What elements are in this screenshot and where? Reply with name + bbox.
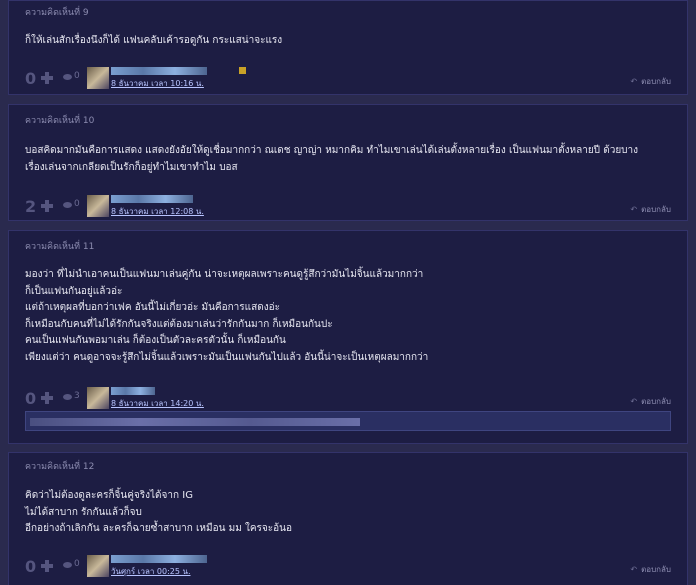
comment-line: ก็ให้เล่นสักเรื่องนึงก็ได้ แฟนคลับเค้ารอ…	[25, 35, 283, 46]
view-count: 0	[74, 559, 80, 569]
comment-line: เพียงแต่ว่า คนดูอาจจะรู้สึกไม่จิ้นแล้วเพ…	[25, 351, 429, 363]
reply-label: ตอบกลับ	[641, 205, 671, 214]
eye-icon	[63, 202, 72, 208]
reply-label: ตอบกลับ	[641, 397, 671, 406]
reply-label: ตอบกลับ	[641, 565, 671, 574]
view-count: 3	[74, 391, 80, 401]
reply-button[interactable]: ↶ ตอบกลับ	[630, 75, 671, 88]
comment-body: บอสคิดมากมันคือการแสดง แสดงยังอัยให้ดูเช…	[25, 143, 638, 176]
comment-line: คิดว่าไม่ต้องดูละครก็จิ้นคู่จริงได้จาก I…	[25, 490, 193, 501]
comment-footer: 0 0 วันศุกร์ เวลา 00:25 น. ↶ ตอบกลับ	[25, 555, 677, 577]
comment-12: ความคิดเห็นที่ 12 คิดว่าไม่ต้องดูละครก็จ…	[8, 452, 688, 585]
plus-icon[interactable]	[41, 200, 53, 212]
comment-date[interactable]: วันศุกร์ เวลา 00:25 น.	[111, 565, 191, 578]
comment-body: คิดว่าไม่ต้องดูละครก็จิ้นคู่จริงได้จาก I…	[25, 488, 292, 538]
avatar[interactable]	[87, 195, 109, 217]
comment-line: เรื่องเล่นจากเกลียดเป็นรักก็อยู่ทำไมเขาท…	[25, 161, 238, 173]
comment-number: ความคิดเห็นที่ 10	[25, 116, 95, 126]
vote-score: 0	[25, 69, 37, 88]
comment-number: ความคิดเห็นที่ 12	[25, 462, 95, 472]
comment-9: ความคิดเห็นที่ 9 ก็ให้เล่นสักเรื่องนึงก็…	[8, 0, 688, 95]
plus-icon[interactable]	[41, 560, 53, 572]
username[interactable]	[111, 387, 155, 395]
vote-score: 0	[25, 557, 37, 576]
plus-icon[interactable]	[41, 72, 53, 84]
eye-icon	[63, 394, 72, 400]
comment-number: ความคิดเห็นที่ 9	[25, 8, 89, 18]
comment-line: ก็เป็นแฟนกันอยู่แล้วอ่ะ	[25, 285, 123, 297]
reply-button[interactable]: ↶ ตอบกลับ	[630, 563, 671, 576]
blurred-sub-reply	[30, 418, 360, 426]
comment-line: ไม่ได้สาบาก รักกันแล้วก็จบ	[25, 506, 142, 518]
comment-11: ความคิดเห็นที่ 11 มองว่า ที่ไม่นำเอาคนเป…	[8, 230, 688, 444]
plus-icon[interactable]	[41, 392, 53, 404]
username[interactable]	[111, 67, 207, 75]
avatar[interactable]	[87, 67, 109, 89]
comment-date[interactable]: 8 ธันวาคม เวลา 14:20 น.	[111, 397, 204, 410]
view-count: 0	[74, 71, 80, 81]
reply-icon: ↶	[630, 397, 638, 406]
comment-line: ก็เหมือนกับคนที่ไม่ได้รักกันจริงแต่ต้องม…	[25, 318, 333, 330]
comment-footer: 2 0 8 ธันวาคม เวลา 12:08 น. ↶ ตอบกลับ	[25, 195, 677, 217]
reply-button[interactable]: ↶ ตอบกลับ	[630, 203, 671, 216]
comment-number: ความคิดเห็นที่ 11	[25, 242, 95, 252]
reply-icon: ↶	[630, 205, 638, 214]
vote-score: 2	[25, 197, 37, 216]
reply-icon: ↶	[630, 77, 638, 86]
username[interactable]	[111, 195, 193, 203]
comment-footer: 0 0 8 ธันวาคม เวลา 10:16 น. ↶ ตอบกลับ	[25, 67, 677, 89]
comment-body: มองว่า ที่ไม่นำเอาคนเป็นแฟนมาเล่นคู่กัน …	[25, 267, 428, 366]
comment-date[interactable]: 8 ธันวาคม เวลา 12:08 น.	[111, 205, 204, 218]
eye-icon	[63, 74, 72, 80]
comment-line: อีกอย่างถ้าเลิกกัน ละครก็ฉายซ้ำสาบาก เหม…	[25, 523, 292, 534]
badge-icon	[239, 67, 246, 74]
comment-date[interactable]: 8 ธันวาคม เวลา 10:16 น.	[111, 77, 204, 90]
reply-label: ตอบกลับ	[641, 77, 671, 86]
comment-footer: 0 3 8 ธันวาคม เวลา 14:20 น. ↶ ตอบกลับ	[25, 387, 677, 409]
vote-score: 0	[25, 389, 37, 408]
view-count: 0	[74, 199, 80, 209]
comment-line: บอสคิดมากมันคือการแสดง แสดงยังอัยให้ดูเช…	[25, 145, 639, 156]
sub-reply-bar[interactable]	[25, 411, 671, 431]
comment-line: คนเป็นแฟนกันพอมาเล่น ก็ต้องเป็นตัวละครตั…	[25, 335, 286, 346]
reply-icon: ↶	[630, 565, 638, 574]
comment-body: ก็ให้เล่นสักเรื่องนึงก็ได้ แฟนคลับเค้ารอ…	[25, 33, 282, 50]
comment-line: มองว่า ที่ไม่นำเอาคนเป็นแฟนมาเล่นคู่กัน …	[25, 269, 424, 280]
avatar[interactable]	[87, 555, 109, 577]
avatar[interactable]	[87, 387, 109, 409]
comment-10: ความคิดเห็นที่ 10 บอสคิดมากมันคือการแสดง…	[8, 104, 688, 221]
eye-icon	[63, 562, 72, 568]
reply-button[interactable]: ↶ ตอบกลับ	[630, 395, 671, 408]
comment-line: แต่ถ้าเหตุผลที่บอกว่าเฟค อันนี้ไม่เกี่ยว…	[25, 302, 280, 313]
username[interactable]	[111, 555, 207, 563]
